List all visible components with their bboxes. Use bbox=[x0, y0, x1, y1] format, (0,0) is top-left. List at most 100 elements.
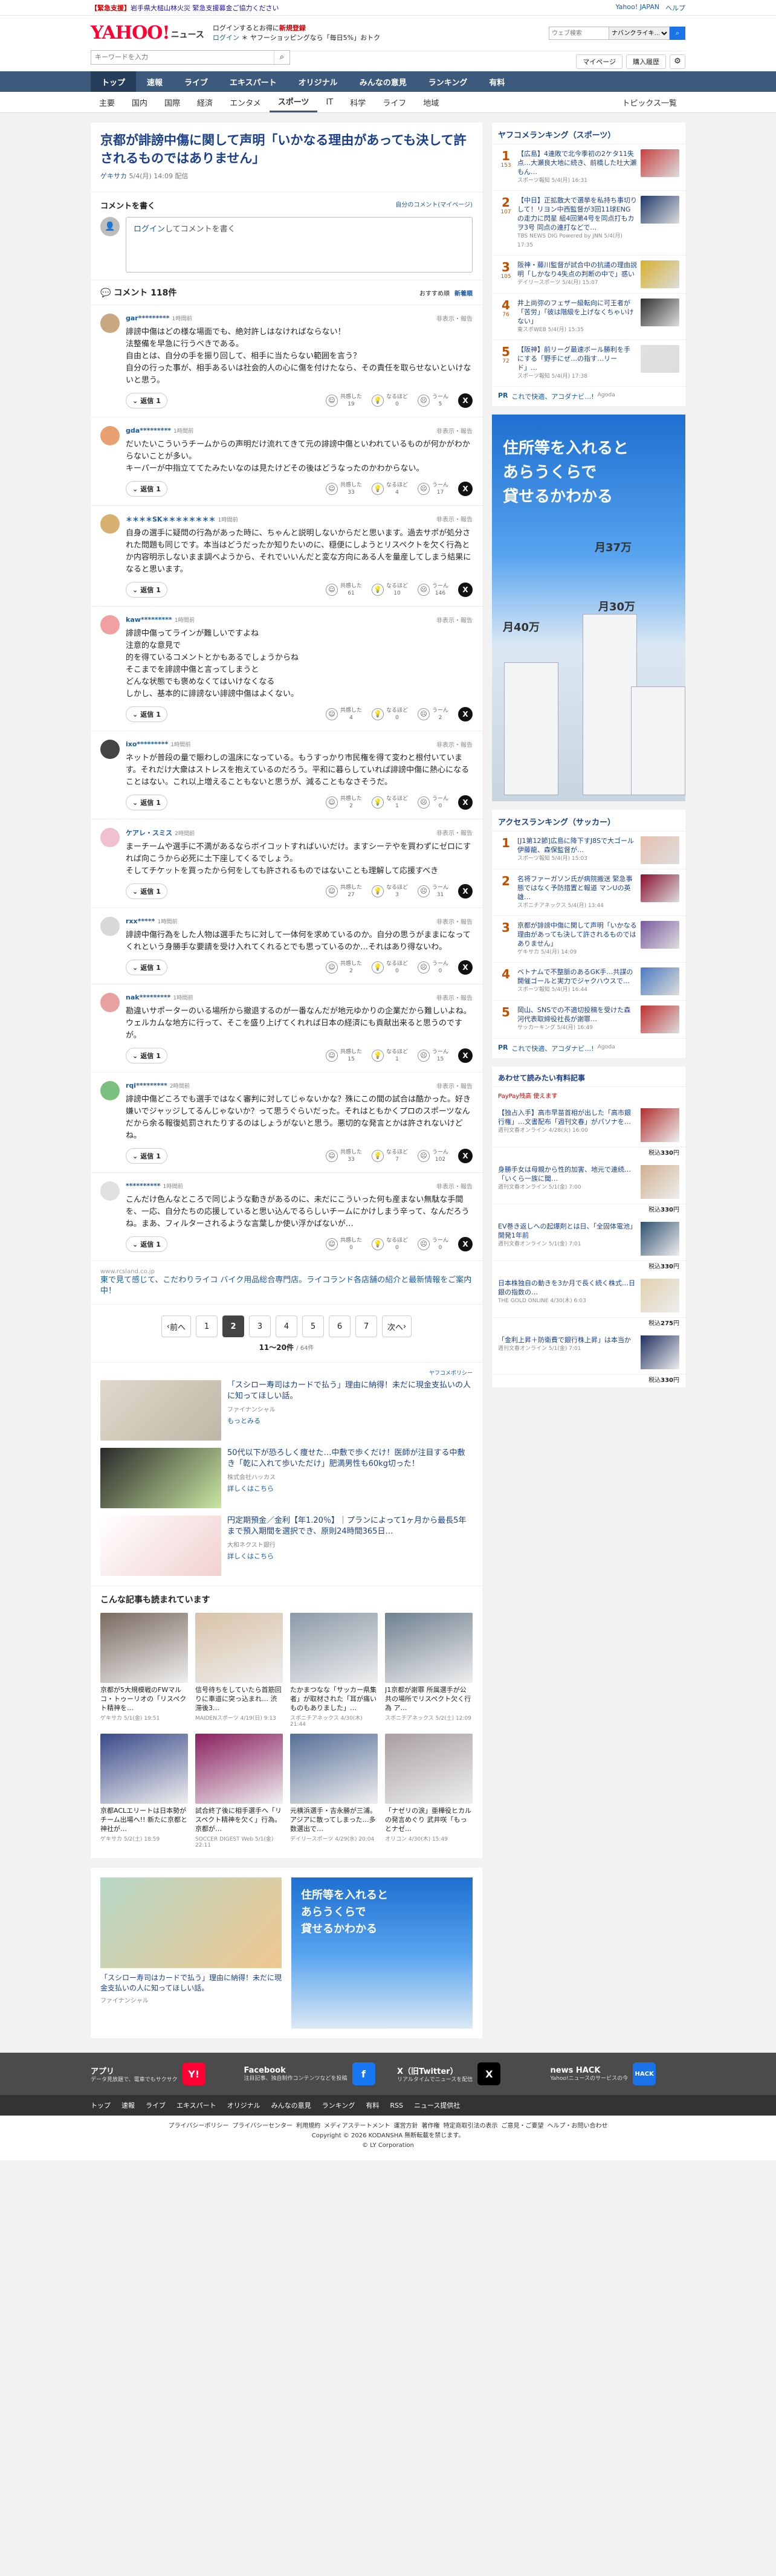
avatar[interactable] bbox=[100, 1081, 120, 1100]
reaction-think[interactable]: 💡 なるほど 7 bbox=[371, 1149, 408, 1163]
paid-article[interactable]: EV巻き返しへの起爆剤とは日、「全固体電池」開発1年前 週刊文春オンライン 5/1… bbox=[492, 1217, 685, 1274]
reaction-hmm[interactable]: ☹ うーん 5 bbox=[417, 393, 448, 408]
footer-nav-link[interactable]: ライブ bbox=[146, 2100, 166, 2110]
paid-article[interactable]: 日本株独自の動きを3か月で長く続く株式…日銀の指数の… THE GOLD ONLI… bbox=[492, 1274, 685, 1331]
more-article[interactable]: 「ナゼリの涙」亜樺役ヒカルの発言めぐり 武井咲「もっとナゼ… オリコン 4/30(… bbox=[385, 1734, 473, 1848]
comment-user[interactable]: rxx***** 1時間前 bbox=[126, 917, 178, 926]
footer-nav-link[interactable]: ニュース提供社 bbox=[414, 2100, 460, 2110]
inline-pr[interactable]: www.rcsland.co.jp 東で見て感じて、こだわりライコ バイク用品総… bbox=[91, 1261, 482, 1304]
pager-page-active[interactable]: 2 bbox=[222, 1315, 244, 1337]
gnav-live[interactable]: ライブ bbox=[173, 71, 219, 92]
gnav-original[interactable]: オリジナル bbox=[288, 71, 349, 92]
cnav-world[interactable]: 国際 bbox=[156, 92, 189, 112]
x-share-icon[interactable]: X bbox=[458, 583, 473, 597]
pr-text[interactable]: 東で見て感じて、こだわりライコ バイク用品総合専門店。ライコランド各店舗の紹介と… bbox=[100, 1275, 473, 1297]
pager-page[interactable]: 7 bbox=[355, 1315, 377, 1337]
reply-button[interactable]: ⌄ 返信 1 bbox=[126, 393, 167, 408]
report-link[interactable]: 非表示・報告 bbox=[436, 740, 473, 749]
comment-user[interactable]: ixo********* 1時間前 bbox=[126, 740, 191, 749]
avatar[interactable] bbox=[100, 993, 120, 1012]
sort-newest[interactable]: 新着順 bbox=[454, 288, 473, 297]
ad-item[interactable]: 「スシロー寿司はカードで払う」理由に納得！未だに現金支払いの人に知ってほしい話。… bbox=[100, 1377, 473, 1444]
news-search-input[interactable] bbox=[91, 50, 274, 64]
gnav-expert[interactable]: エキスパート bbox=[219, 71, 288, 92]
reply-button[interactable]: ⌄ 返信 1 bbox=[126, 1048, 167, 1064]
report-link[interactable]: 非表示・報告 bbox=[436, 426, 473, 435]
x-share-icon[interactable]: X bbox=[458, 960, 473, 975]
comment-user[interactable]: gar********* 1時間前 bbox=[126, 314, 192, 323]
web-search-button[interactable]: ⌕ bbox=[670, 27, 685, 40]
comment-user[interactable]: ********** 1時間前 bbox=[126, 1181, 183, 1190]
reply-button[interactable]: ⌄ 返信 1 bbox=[126, 706, 167, 722]
x-share-icon[interactable]: X bbox=[458, 1237, 473, 1251]
reaction-think[interactable]: 💡 なるほど 0 bbox=[371, 1237, 408, 1251]
report-link[interactable]: 非表示・報告 bbox=[436, 615, 473, 624]
report-link[interactable]: 非表示・報告 bbox=[436, 917, 473, 926]
gnav-top[interactable]: トップ bbox=[91, 71, 137, 92]
comment-user[interactable]: nak********* 1時間前 bbox=[126, 993, 193, 1002]
avatar[interactable] bbox=[100, 828, 120, 847]
gnav-opinion[interactable]: みんなの意見 bbox=[349, 71, 418, 92]
legal-link[interactable]: プライバシーポリシー bbox=[169, 2123, 229, 2129]
comment-user[interactable]: rqi********* 2時間前 bbox=[126, 1081, 190, 1090]
x-share-icon[interactable]: X bbox=[458, 1048, 473, 1063]
avatar[interactable] bbox=[100, 514, 120, 534]
ranking-item[interactable]: 3 105 阪神・藤川監督が試合中の抗議の理由説明「しかなり4失点の判断の中で」惑い… bbox=[492, 256, 685, 294]
legal-link[interactable]: プライバシーセンター bbox=[232, 2123, 293, 2129]
my-comments-link[interactable]: 自分のコメント(マイページ) bbox=[395, 199, 473, 211]
footer-app-link[interactable]: アプリ データ見放題で、電車でもサクサク Y! bbox=[91, 2062, 226, 2085]
footer-app-link[interactable]: Facebook 注目記事、独自制作コンテンツなどを投稿 f bbox=[244, 2062, 380, 2085]
x-share-icon[interactable]: X bbox=[458, 482, 473, 496]
ad-policy-link[interactable]: ヤフコメポリシー bbox=[100, 1369, 473, 1377]
legal-link[interactable]: 著作権 bbox=[421, 2123, 439, 2129]
reaction-hmm[interactable]: ☹ うーん 0 bbox=[417, 1237, 448, 1251]
reply-button[interactable]: ⌄ 返信 1 bbox=[126, 582, 167, 598]
x-share-icon[interactable]: X bbox=[458, 884, 473, 899]
ranking-item[interactable]: 2 名将ファーガソン氏が病院搬送 緊急事態ではなく予防措置と報道 マンUの英雄… ス… bbox=[492, 870, 685, 916]
cnav-science[interactable]: 科学 bbox=[341, 92, 374, 112]
footer-nav-link[interactable]: エキスパート bbox=[176, 2100, 216, 2110]
reaction-hmm[interactable]: ☹ うーん 146 bbox=[417, 583, 448, 597]
cnav-main[interactable]: 主要 bbox=[91, 92, 123, 112]
legal-link[interactable]: ヘルプ・お問い合わせ bbox=[547, 2123, 607, 2129]
reaction-hmm[interactable]: ☹ うーん 0 bbox=[417, 795, 448, 810]
ad-item[interactable]: 50代以下が恐ろしく痩せた…中敷で歩くだけ！医師が注目する中敷き「乾に入れて歩い… bbox=[100, 1444, 473, 1512]
topics-list-link[interactable]: トピックス一覧 bbox=[613, 92, 685, 112]
x-share-icon[interactable]: X bbox=[458, 1149, 473, 1163]
paid-article[interactable]: 身勝手女は母親から性的加害、地元で連続…「いくら一族に聞… 週刊文春オンライン 5… bbox=[492, 1160, 685, 1217]
cnav-entertainment[interactable]: エンタメ bbox=[221, 92, 270, 112]
pager-page[interactable]: 3 bbox=[249, 1315, 271, 1337]
more-article[interactable]: 京都ACLエリートは日本勢がチーム出場へ!! 新たに京都と神社が… ゲキサカ 5/… bbox=[100, 1734, 188, 1848]
avatar[interactable] bbox=[100, 426, 120, 445]
help-link[interactable]: ヘルプ bbox=[665, 3, 685, 13]
reaction-agree[interactable]: ☺ 共感した 27 bbox=[325, 884, 362, 899]
signup-link[interactable]: 新規登録 bbox=[279, 24, 306, 32]
avatar[interactable] bbox=[100, 314, 120, 333]
pager-next[interactable]: 次へ › bbox=[382, 1315, 412, 1337]
x-share-icon[interactable]: X bbox=[458, 393, 473, 408]
footer-nav-link[interactable]: 有料 bbox=[366, 2100, 379, 2110]
cnav-life[interactable]: ライフ bbox=[374, 92, 415, 112]
cnav-sports[interactable]: スポーツ bbox=[269, 92, 318, 112]
ranking-item[interactable]: 4 76 井上尚弥のフェザー級転向に可王者が「苦労」「彼は階級を上げなくちゃいけない… bbox=[492, 294, 685, 340]
reaction-agree[interactable]: ☺ 共感した 33 bbox=[325, 1149, 362, 1163]
avatar[interactable] bbox=[100, 1181, 120, 1201]
sidebar-rect-ad[interactable]: 住所等を入れると あらうくらで 貸せるかわかる 月37万 月30万 月40万 bbox=[492, 415, 685, 801]
yahoo-news-logo[interactable]: YAHOO! ニュース bbox=[91, 24, 204, 42]
footer-nav-link[interactable]: RSS bbox=[390, 2102, 403, 2110]
report-link[interactable]: 非表示・報告 bbox=[436, 314, 473, 323]
bottom-ad-1[interactable]: 「スシロー寿司はカードで払う」理由に納得！未だに現金支払いの人に知ってほしい話。… bbox=[100, 1877, 282, 2029]
more-article[interactable]: たかまつなな「サッカー県集者」が取材された「耳が痛いものもありました」… スポニチ… bbox=[290, 1613, 378, 1728]
reply-button[interactable]: ⌄ 返信 1 bbox=[126, 795, 167, 810]
report-link[interactable]: 非表示・報告 bbox=[436, 1181, 473, 1190]
ad-item[interactable]: 円定期預金／金利【年1.20％】｜プランによって1ヶ月から最長5年まで預入期間を… bbox=[100, 1512, 473, 1580]
report-link[interactable]: 非表示・報告 bbox=[436, 514, 473, 524]
pager-page[interactable]: 4 bbox=[276, 1315, 297, 1337]
cnav-local[interactable]: 地域 bbox=[415, 92, 447, 112]
comment-user[interactable]: ＊＊＊＊SK＊＊＊＊＊＊＊＊ 1時間前 bbox=[126, 514, 238, 524]
reaction-hmm[interactable]: ☹ うーん 15 bbox=[417, 1048, 448, 1063]
reply-button[interactable]: ⌄ 返信 1 bbox=[126, 481, 167, 497]
reaction-agree[interactable]: ☺ 共感した 19 bbox=[325, 393, 362, 408]
reaction-think[interactable]: 💡 なるほど 10 bbox=[371, 583, 408, 597]
reaction-hmm[interactable]: ☹ うーん 0 bbox=[417, 960, 448, 975]
